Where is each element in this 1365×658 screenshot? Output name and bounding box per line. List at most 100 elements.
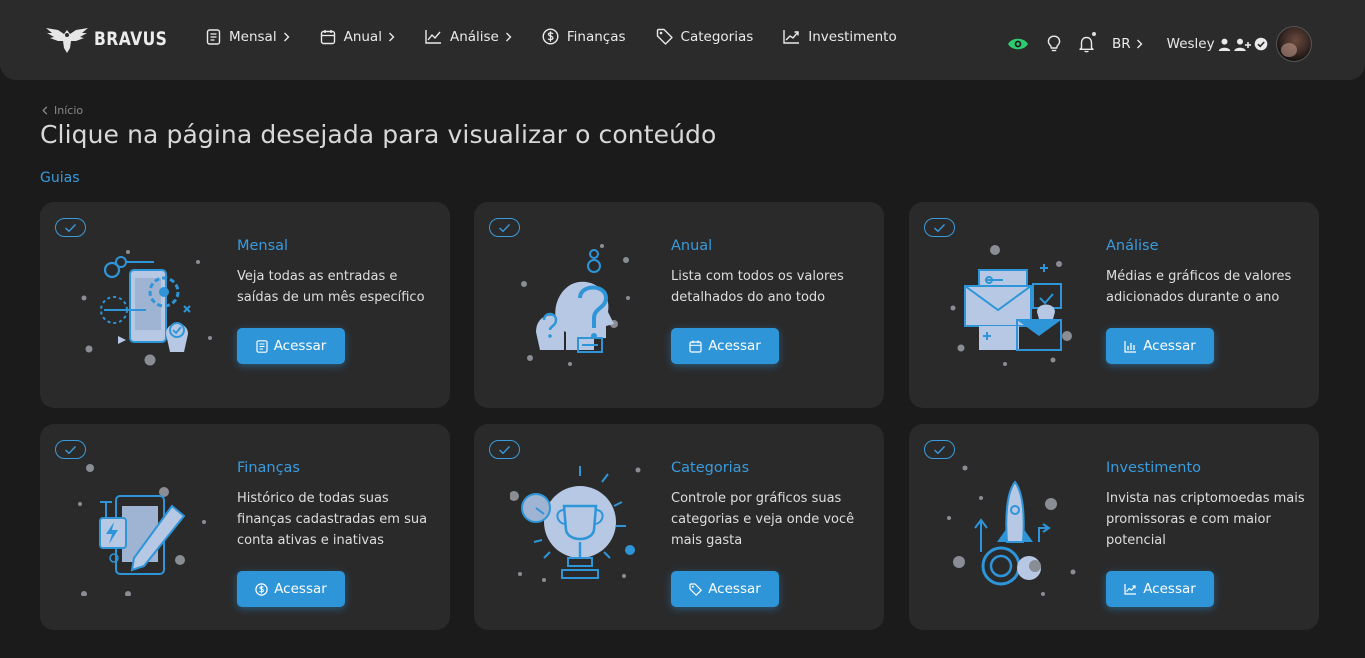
toggle-visibility[interactable] xyxy=(1007,37,1029,51)
button-label: Acessar xyxy=(708,338,761,354)
phone-gears-icon xyxy=(81,250,212,366)
button-label: Acessar xyxy=(274,581,327,597)
eagle-logo-icon xyxy=(46,28,88,53)
bar-chart-icon xyxy=(1124,340,1137,353)
check-icon xyxy=(934,223,946,232)
rocket-icon xyxy=(947,465,1076,596)
check-badge xyxy=(924,218,955,237)
nav-item-categorias[interactable]: Categorias xyxy=(656,28,754,45)
card-description: Invista nas criptomoedas mais promissora… xyxy=(1106,491,1305,548)
check-icon xyxy=(499,223,511,232)
check-icon xyxy=(499,445,511,454)
trending-up-icon xyxy=(783,30,800,44)
language-selector[interactable]: BR xyxy=(1112,36,1143,52)
line-chart-icon xyxy=(425,30,441,44)
access-investimento-button[interactable]: Acessar xyxy=(1106,571,1214,607)
chevron-right-icon xyxy=(505,32,512,41)
tips-button[interactable] xyxy=(1047,35,1061,53)
envelopes-icon xyxy=(950,245,1072,366)
access-analise-button[interactable]: Acessar xyxy=(1106,328,1214,364)
card-title: Finanças xyxy=(237,460,300,476)
nav-label: Finanças xyxy=(566,28,626,45)
bell-icon xyxy=(1079,36,1094,53)
main-nav: Mensal Anual Análise Finanças Categorias… xyxy=(206,28,927,45)
trophy-icon xyxy=(510,466,641,582)
card-financas: Finanças Histórico de todas suas finança… xyxy=(40,424,450,630)
avatar[interactable] xyxy=(1275,26,1312,62)
card-mensal: Mensal Veja todas as entradas e saídas d… xyxy=(40,202,450,408)
tag-icon xyxy=(656,28,673,45)
eye-icon xyxy=(1008,38,1028,50)
access-financas-button[interactable]: Acessar xyxy=(237,571,345,607)
chevron-left-icon xyxy=(42,106,48,115)
access-mensal-button[interactable]: Acessar xyxy=(237,328,345,364)
check-badge xyxy=(489,218,520,237)
check-icon xyxy=(65,445,77,454)
check-badge xyxy=(924,440,955,459)
calendar-icon xyxy=(320,29,335,44)
dollar-circle-icon xyxy=(255,582,268,596)
breadcrumb-home: Início xyxy=(54,104,84,117)
lightbulb-icon xyxy=(1047,35,1061,52)
notification-dot xyxy=(1092,32,1096,36)
card-description: Médias e gráficos de valores adicionados… xyxy=(1106,269,1292,305)
check-badge xyxy=(489,440,520,459)
card-title: Investimento xyxy=(1106,460,1202,476)
check-badge xyxy=(55,218,86,237)
breadcrumb[interactable]: Início xyxy=(42,104,83,117)
head-question-icon xyxy=(521,244,630,366)
nav-item-financas[interactable]: Finanças xyxy=(542,28,626,45)
nav-item-investimento[interactable]: Investimento xyxy=(783,28,897,45)
notifications-button[interactable] xyxy=(1079,32,1096,53)
card-description: Controle por gráficos suas categorias e … xyxy=(671,491,855,548)
chevron-right-icon xyxy=(1136,39,1143,49)
brand-logo[interactable]: BRAVUS xyxy=(44,24,183,54)
button-label: Acessar xyxy=(273,338,327,354)
card-description: Histórico de todas suas finanças cadastr… xyxy=(237,491,428,548)
chevron-right-icon xyxy=(388,32,395,41)
verified-check-icon xyxy=(1254,37,1267,51)
access-categorias-button[interactable]: Acessar xyxy=(671,571,779,607)
user-menu[interactable]: Wesley xyxy=(1167,26,1312,62)
button-label: Acessar xyxy=(1143,581,1196,597)
brand-name: BRAVUS xyxy=(94,28,168,50)
user-plus-icon xyxy=(1233,38,1251,51)
card-analise: Análise Médias e gráficos de valores adi… xyxy=(909,202,1319,408)
top-navbar: BRAVUS Mensal Anual Análise Finanças Cat… xyxy=(0,0,1365,80)
document-icon xyxy=(206,28,221,45)
card-title: Mensal xyxy=(237,238,289,254)
card-investimento: Investimento Invista nas criptomoedas ma… xyxy=(909,424,1319,630)
user-name: Wesley xyxy=(1166,36,1215,52)
card-title: Anual xyxy=(671,238,713,254)
section-label: Guias xyxy=(40,170,80,186)
card-anual: Anual Lista com todos os valores detalha… xyxy=(474,202,884,408)
card-title: Categorias xyxy=(671,460,750,476)
card-description: Veja todas as entradas e saídas de um mê… xyxy=(237,269,425,305)
nav-label: Investimento xyxy=(808,28,897,45)
language-label: BR xyxy=(1112,36,1131,52)
trending-up-icon xyxy=(1124,584,1137,595)
nav-label: Mensal xyxy=(229,28,277,45)
check-icon xyxy=(934,445,946,454)
nav-item-analise[interactable]: Análise xyxy=(425,29,512,45)
nav-label: Categorias xyxy=(680,28,754,45)
nav-label: Análise xyxy=(449,28,499,45)
check-icon xyxy=(65,223,77,232)
nav-right-tools: BR Wesley xyxy=(1007,26,1312,62)
calendar-icon xyxy=(689,340,702,353)
user-icon xyxy=(1218,38,1230,51)
button-label: Acessar xyxy=(708,581,761,597)
page-title: Clique na página desejada para visualiza… xyxy=(40,120,717,149)
dollar-circle-icon xyxy=(542,28,559,45)
chevron-right-icon xyxy=(283,32,290,41)
nav-item-mensal[interactable]: Mensal xyxy=(206,29,290,45)
nav-label: Anual xyxy=(343,28,382,45)
nav-item-anual[interactable]: Anual xyxy=(320,29,395,45)
tag-icon xyxy=(689,582,702,596)
button-label: Acessar xyxy=(1143,338,1196,354)
check-badge xyxy=(55,440,86,459)
tablet-pen-icon xyxy=(78,464,206,596)
card-description: Lista com todos os valores detalhados do… xyxy=(671,269,844,305)
access-anual-button[interactable]: Acessar xyxy=(671,328,779,364)
card-title: Análise xyxy=(1106,238,1159,254)
